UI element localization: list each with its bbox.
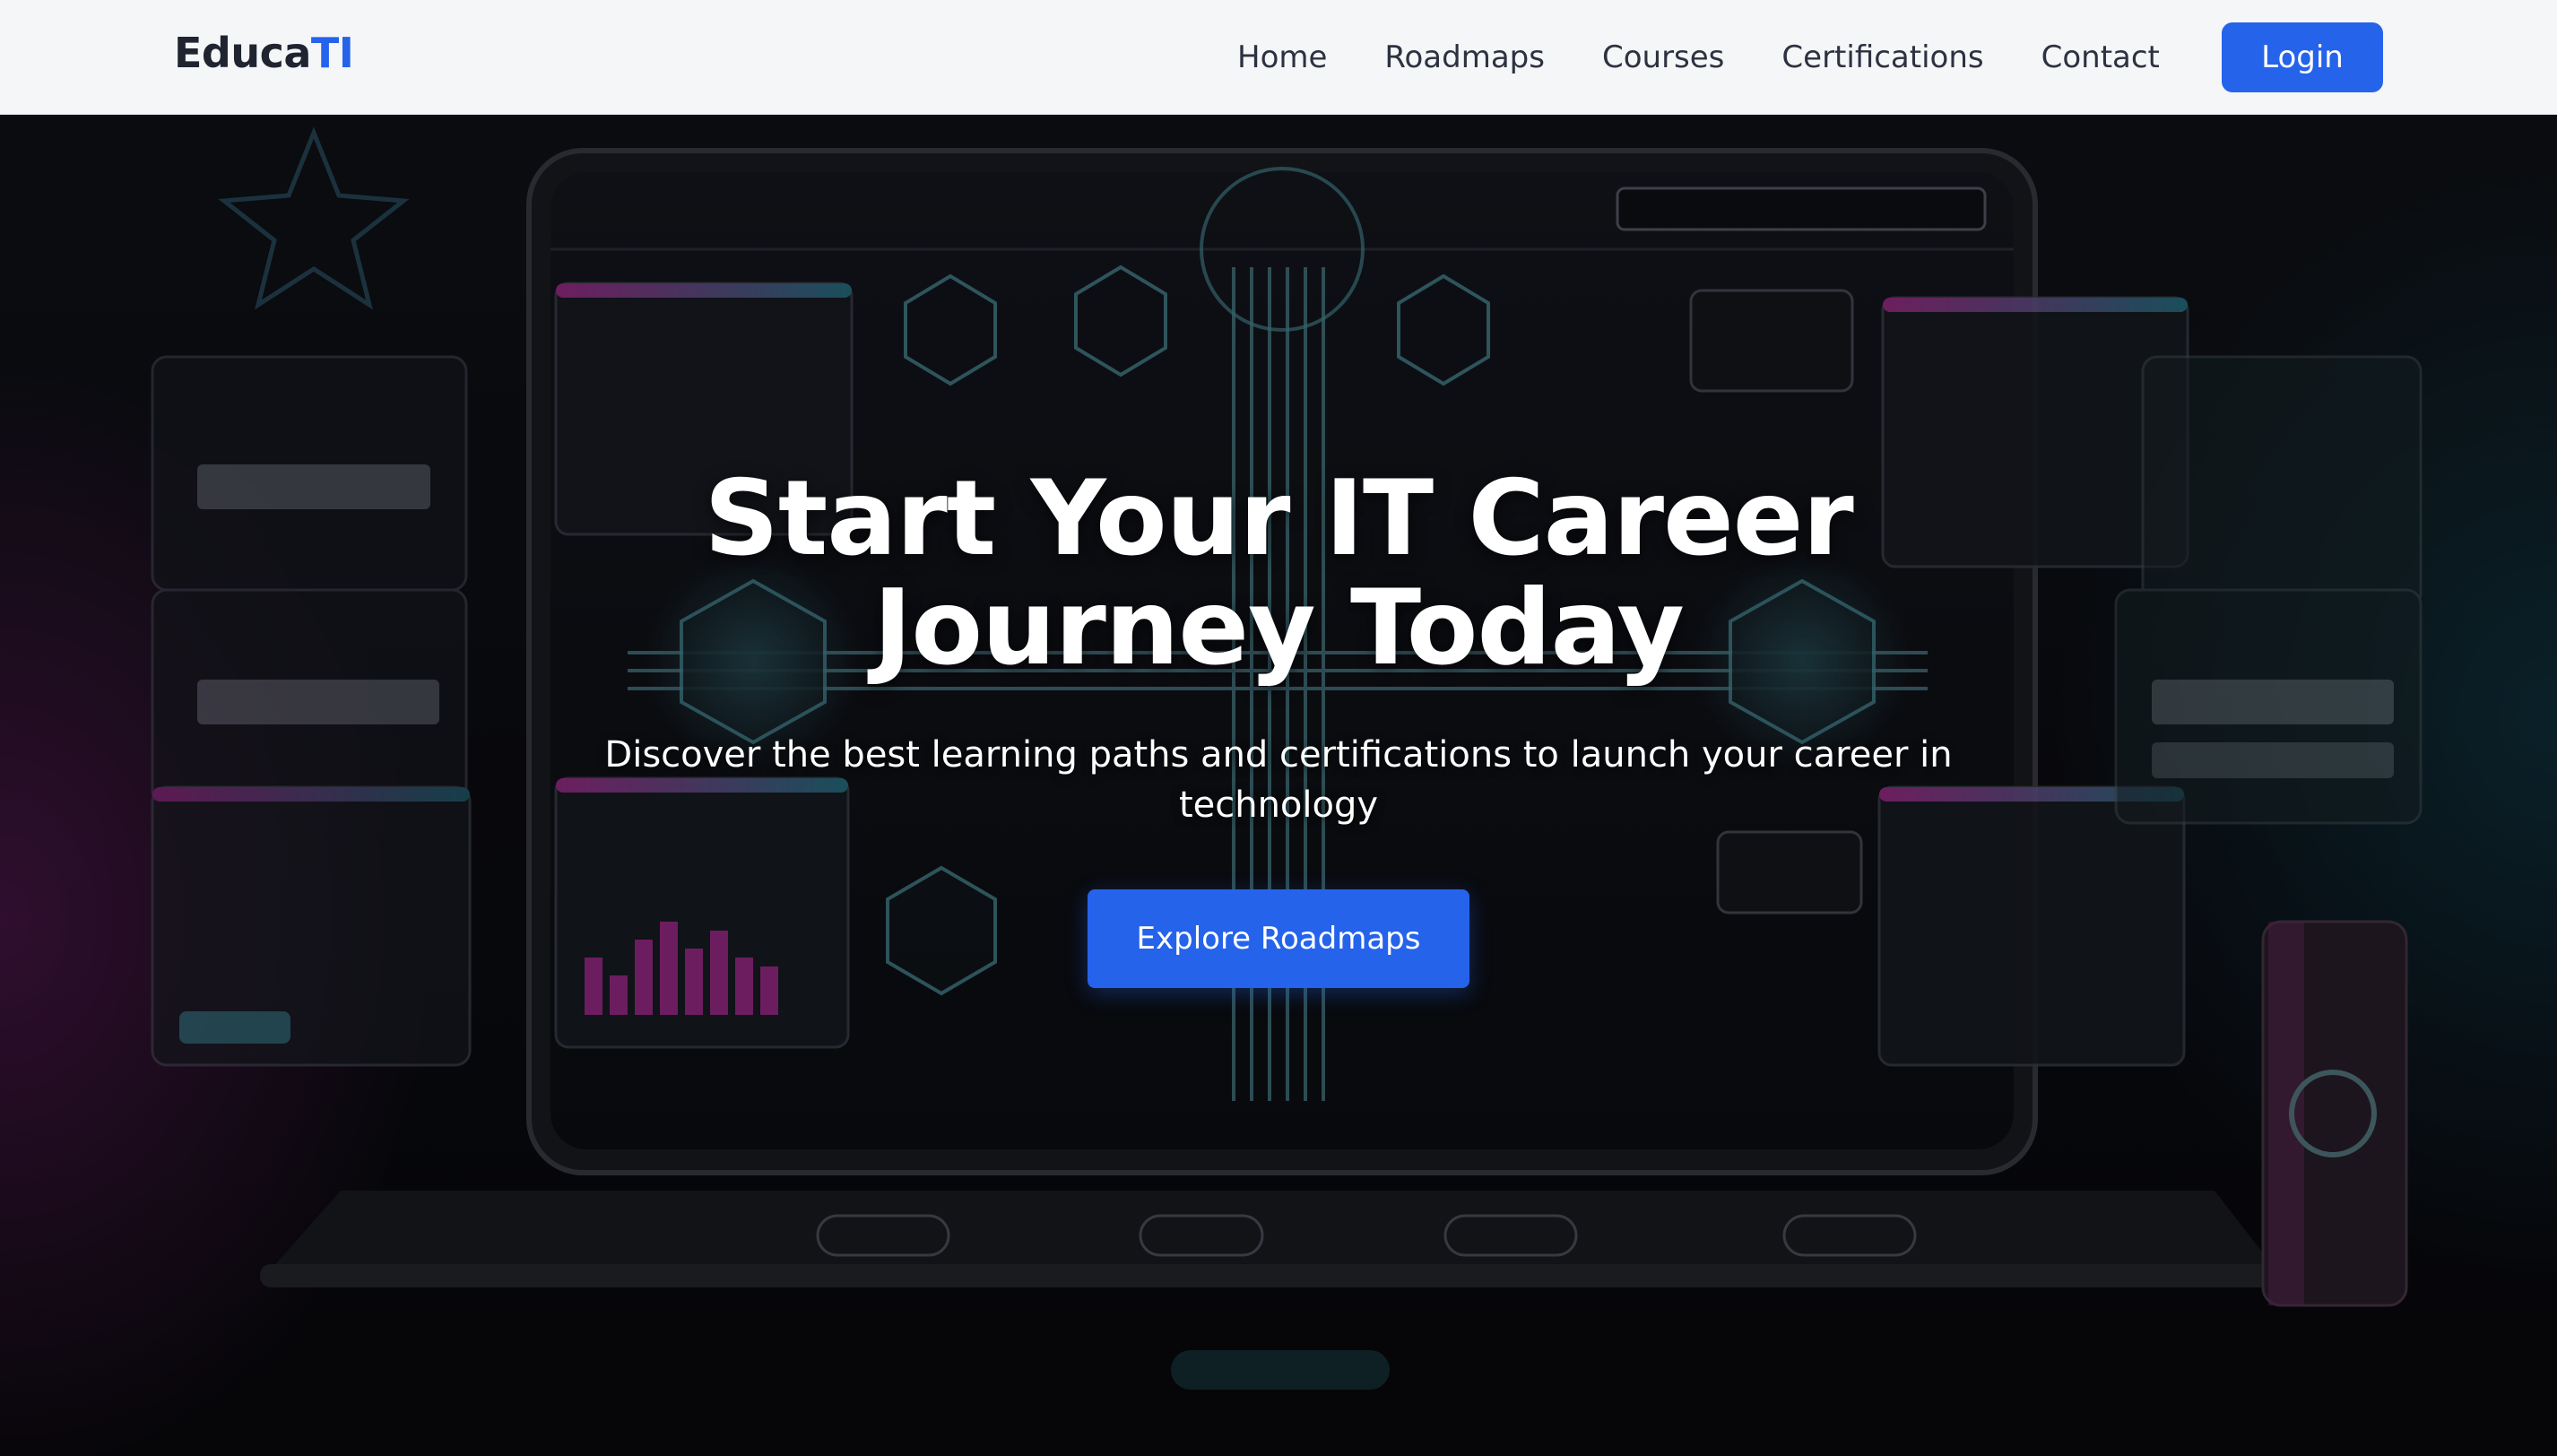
nav-link-home[interactable]: Home — [1237, 39, 1327, 75]
hero-title-line-2: Journey Today — [873, 568, 1685, 689]
navbar: EducaTI Home Roadmaps Courses Certificat… — [0, 0, 2557, 115]
hero-content: Start Your IT Career Journey Today Disco… — [0, 115, 2557, 1456]
hero-title-line-1: Start Your IT Career — [704, 458, 1853, 579]
logo-accent-text: TI — [310, 29, 354, 77]
nav-link-roadmaps[interactable]: Roadmaps — [1384, 39, 1545, 75]
hero-subtitle: Discover the best learning paths and cer… — [604, 734, 1953, 826]
nav-link-certifications[interactable]: Certifications — [1781, 39, 1983, 75]
nav-link-contact[interactable]: Contact — [2041, 39, 2160, 75]
explore-roadmaps-button[interactable]: Explore Roadmaps — [1088, 889, 1469, 988]
hero-title: Start Your IT Career Journey Today — [561, 464, 1996, 683]
hero-section: Start Your IT Career Journey Today Disco… — [0, 115, 2557, 1456]
login-button[interactable]: Login — [2222, 22, 2383, 92]
main-nav: Home Roadmaps Courses Certifications Con… — [1237, 0, 2217, 115]
site-logo[interactable]: EducaTI — [174, 29, 354, 77]
nav-link-courses[interactable]: Courses — [1602, 39, 1724, 75]
logo-text: Educa — [174, 29, 311, 77]
